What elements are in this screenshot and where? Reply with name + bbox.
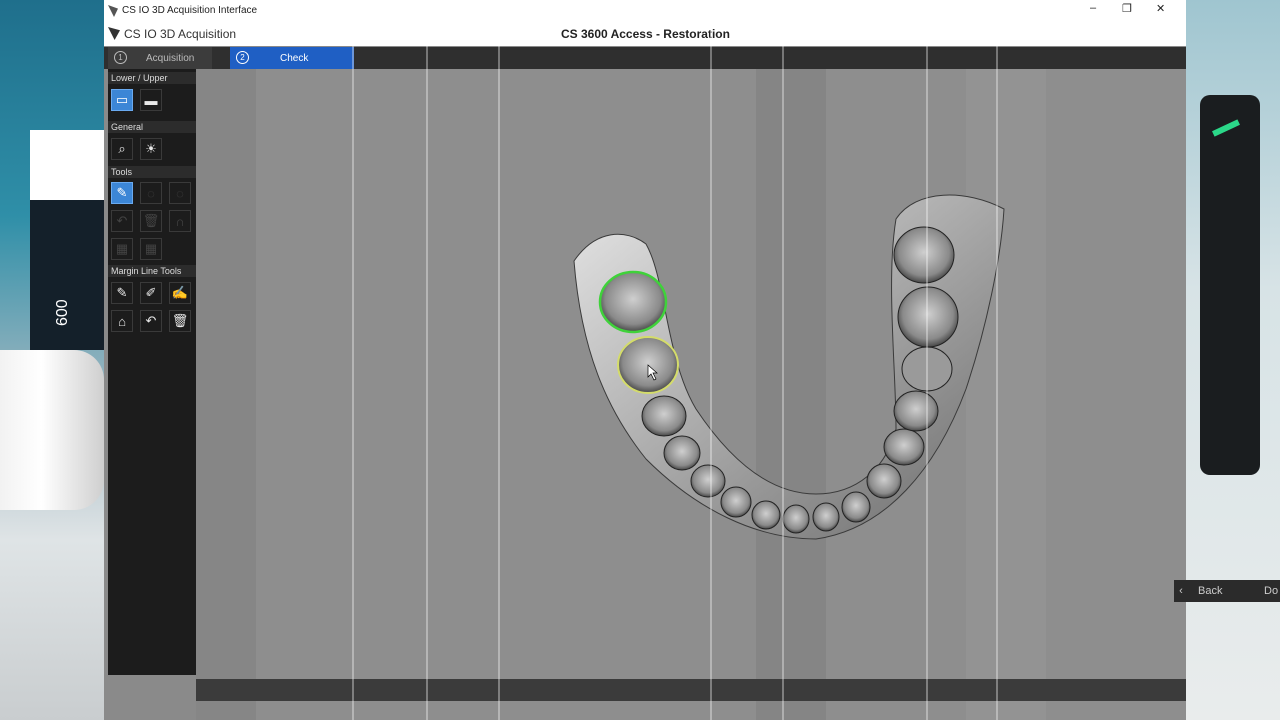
minimize-button[interactable]: – bbox=[1090, 2, 1096, 14]
upper-jaw-icon: ▬ bbox=[144, 92, 158, 108]
trash-icon: 🗑 bbox=[142, 213, 160, 228]
pen-icon: ✎ bbox=[116, 285, 128, 300]
section-margin-line-tools: Margin Line Tools bbox=[111, 266, 182, 276]
close-button[interactable]: ✕ bbox=[1156, 2, 1165, 15]
margin-delete-button[interactable]: 🗑 bbox=[169, 310, 191, 332]
glitch-stripe bbox=[352, 0, 354, 720]
grid-icon: ▦ bbox=[115, 241, 129, 256]
3d-viewport[interactable] bbox=[196, 69, 1186, 720]
tooth-icon: ◌ bbox=[176, 185, 184, 201]
section-general: General bbox=[111, 122, 144, 132]
page-title: CS 3600 Access - Restoration bbox=[561, 27, 730, 41]
glitch-stripe bbox=[498, 0, 500, 720]
tool-7-button[interactable]: ▦ bbox=[111, 238, 133, 260]
tooth[interactable] bbox=[897, 286, 959, 348]
logo-icon bbox=[108, 27, 120, 40]
margin-draw-button[interactable]: ✎ bbox=[111, 282, 133, 304]
section-lower-upper: Lower / Upper bbox=[111, 73, 168, 83]
tab-acquisition-label: Acquisition bbox=[146, 53, 195, 64]
pen-icon: ✐ bbox=[145, 285, 157, 300]
step-number-2: 2 bbox=[236, 51, 249, 64]
tab-check-label: Check bbox=[280, 53, 309, 64]
brush-icon: ✎ bbox=[116, 185, 128, 200]
window-title: CS IO 3D Acquisition Interface bbox=[122, 5, 258, 16]
glitch-stripe bbox=[996, 0, 998, 720]
tool-2-button[interactable]: ◌ bbox=[140, 182, 162, 204]
app-window: CS IO 3D Acquisition Interface – ❐ ✕ CS … bbox=[104, 0, 1186, 720]
tooth[interactable] bbox=[720, 486, 752, 518]
tooth[interactable] bbox=[641, 395, 687, 437]
arch-tool-button[interactable]: ∩ bbox=[169, 210, 191, 232]
lower-jaw-icon: ▭ bbox=[115, 92, 129, 107]
viewport-bottom-bar bbox=[196, 679, 1186, 701]
margin-auto-button[interactable]: ✍ bbox=[169, 282, 191, 304]
margin-die-button[interactable]: ⌂ bbox=[111, 310, 133, 332]
upper-jaw-button[interactable]: ▬ bbox=[140, 89, 162, 111]
lower-jaw-button[interactable]: ▭ bbox=[111, 89, 133, 111]
zoom-button[interactable]: ⌕ bbox=[111, 138, 133, 160]
sun-icon: ☀ bbox=[145, 141, 157, 156]
arch-icon: ∩ bbox=[175, 213, 185, 229]
done-button[interactable]: Do bbox=[1264, 585, 1278, 597]
tooth[interactable] bbox=[893, 390, 939, 432]
glitch-stripe bbox=[926, 0, 928, 720]
brush-tool-button[interactable]: ✎ bbox=[111, 182, 133, 204]
title-bar: CS IO 3D Acquisition Interface – ❐ ✕ bbox=[104, 0, 1186, 23]
tab-check[interactable]: 2 Check bbox=[230, 47, 354, 69]
tooth[interactable] bbox=[883, 428, 925, 466]
tooth-icon: ◌ bbox=[147, 185, 155, 201]
jaw-scan-model[interactable] bbox=[196, 69, 1186, 720]
pen-icon: ✍ bbox=[171, 285, 189, 300]
restore-button[interactable]: ❐ bbox=[1122, 2, 1132, 15]
tooth[interactable] bbox=[893, 226, 955, 284]
tooth[interactable] bbox=[690, 464, 726, 498]
tooth[interactable] bbox=[663, 435, 701, 471]
tooth[interactable] bbox=[841, 491, 871, 523]
tooth[interactable] bbox=[751, 500, 781, 530]
device-label: 600 bbox=[54, 299, 71, 326]
tab-acquisition[interactable]: 1 Acquisition bbox=[108, 47, 212, 69]
tool-3-button[interactable]: ◌ bbox=[169, 182, 191, 204]
lighting-button[interactable]: ☀ bbox=[140, 138, 162, 160]
tooth[interactable] bbox=[866, 463, 902, 499]
margin-undo-button[interactable]: ↶ bbox=[140, 310, 162, 332]
app-logo: CS IO 3D Acquisition bbox=[124, 27, 237, 41]
step-bar: 1 Acquisition 2 Check bbox=[104, 47, 1186, 69]
background-panel-dark bbox=[30, 200, 104, 350]
die-icon: ⌂ bbox=[118, 313, 126, 329]
nav-buttons: ‹ Back Do bbox=[1174, 580, 1280, 602]
margin-edit-button[interactable]: ✐ bbox=[140, 282, 162, 304]
phone-device bbox=[1200, 95, 1260, 475]
undo-icon: ↶ bbox=[145, 313, 157, 328]
delete-tool-button[interactable]: 🗑 bbox=[140, 210, 162, 232]
glitch-stripe bbox=[710, 0, 712, 720]
tooth-marked-green[interactable] bbox=[598, 270, 668, 334]
scanner-device bbox=[0, 350, 104, 510]
tool-sidebar: Lower / Upper ▭ ▬ General ⌕ ☀ Tools ✎ ◌ … bbox=[108, 69, 196, 675]
grid-icon: ▦ bbox=[144, 241, 158, 256]
tooth[interactable] bbox=[812, 502, 840, 532]
trash-icon: 🗑 bbox=[171, 313, 189, 328]
app-icon bbox=[108, 5, 118, 17]
undo-tool-button[interactable]: ↶ bbox=[111, 210, 133, 232]
back-button[interactable]: Back bbox=[1198, 585, 1222, 597]
undo-icon: ↶ bbox=[116, 213, 128, 228]
step-number-1: 1 bbox=[114, 51, 127, 64]
app-header: CS IO 3D Acquisition CS 3600 Access - Re… bbox=[104, 22, 1186, 46]
section-tools: Tools bbox=[111, 167, 133, 177]
magnifier-icon: ⌕ bbox=[118, 141, 126, 156]
glitch-stripe bbox=[782, 0, 784, 720]
glitch-stripe bbox=[426, 0, 428, 720]
tooth[interactable] bbox=[782, 504, 810, 534]
tool-8-button[interactable]: ▦ bbox=[140, 238, 162, 260]
chevron-left-icon[interactable]: ‹ bbox=[1174, 580, 1188, 602]
